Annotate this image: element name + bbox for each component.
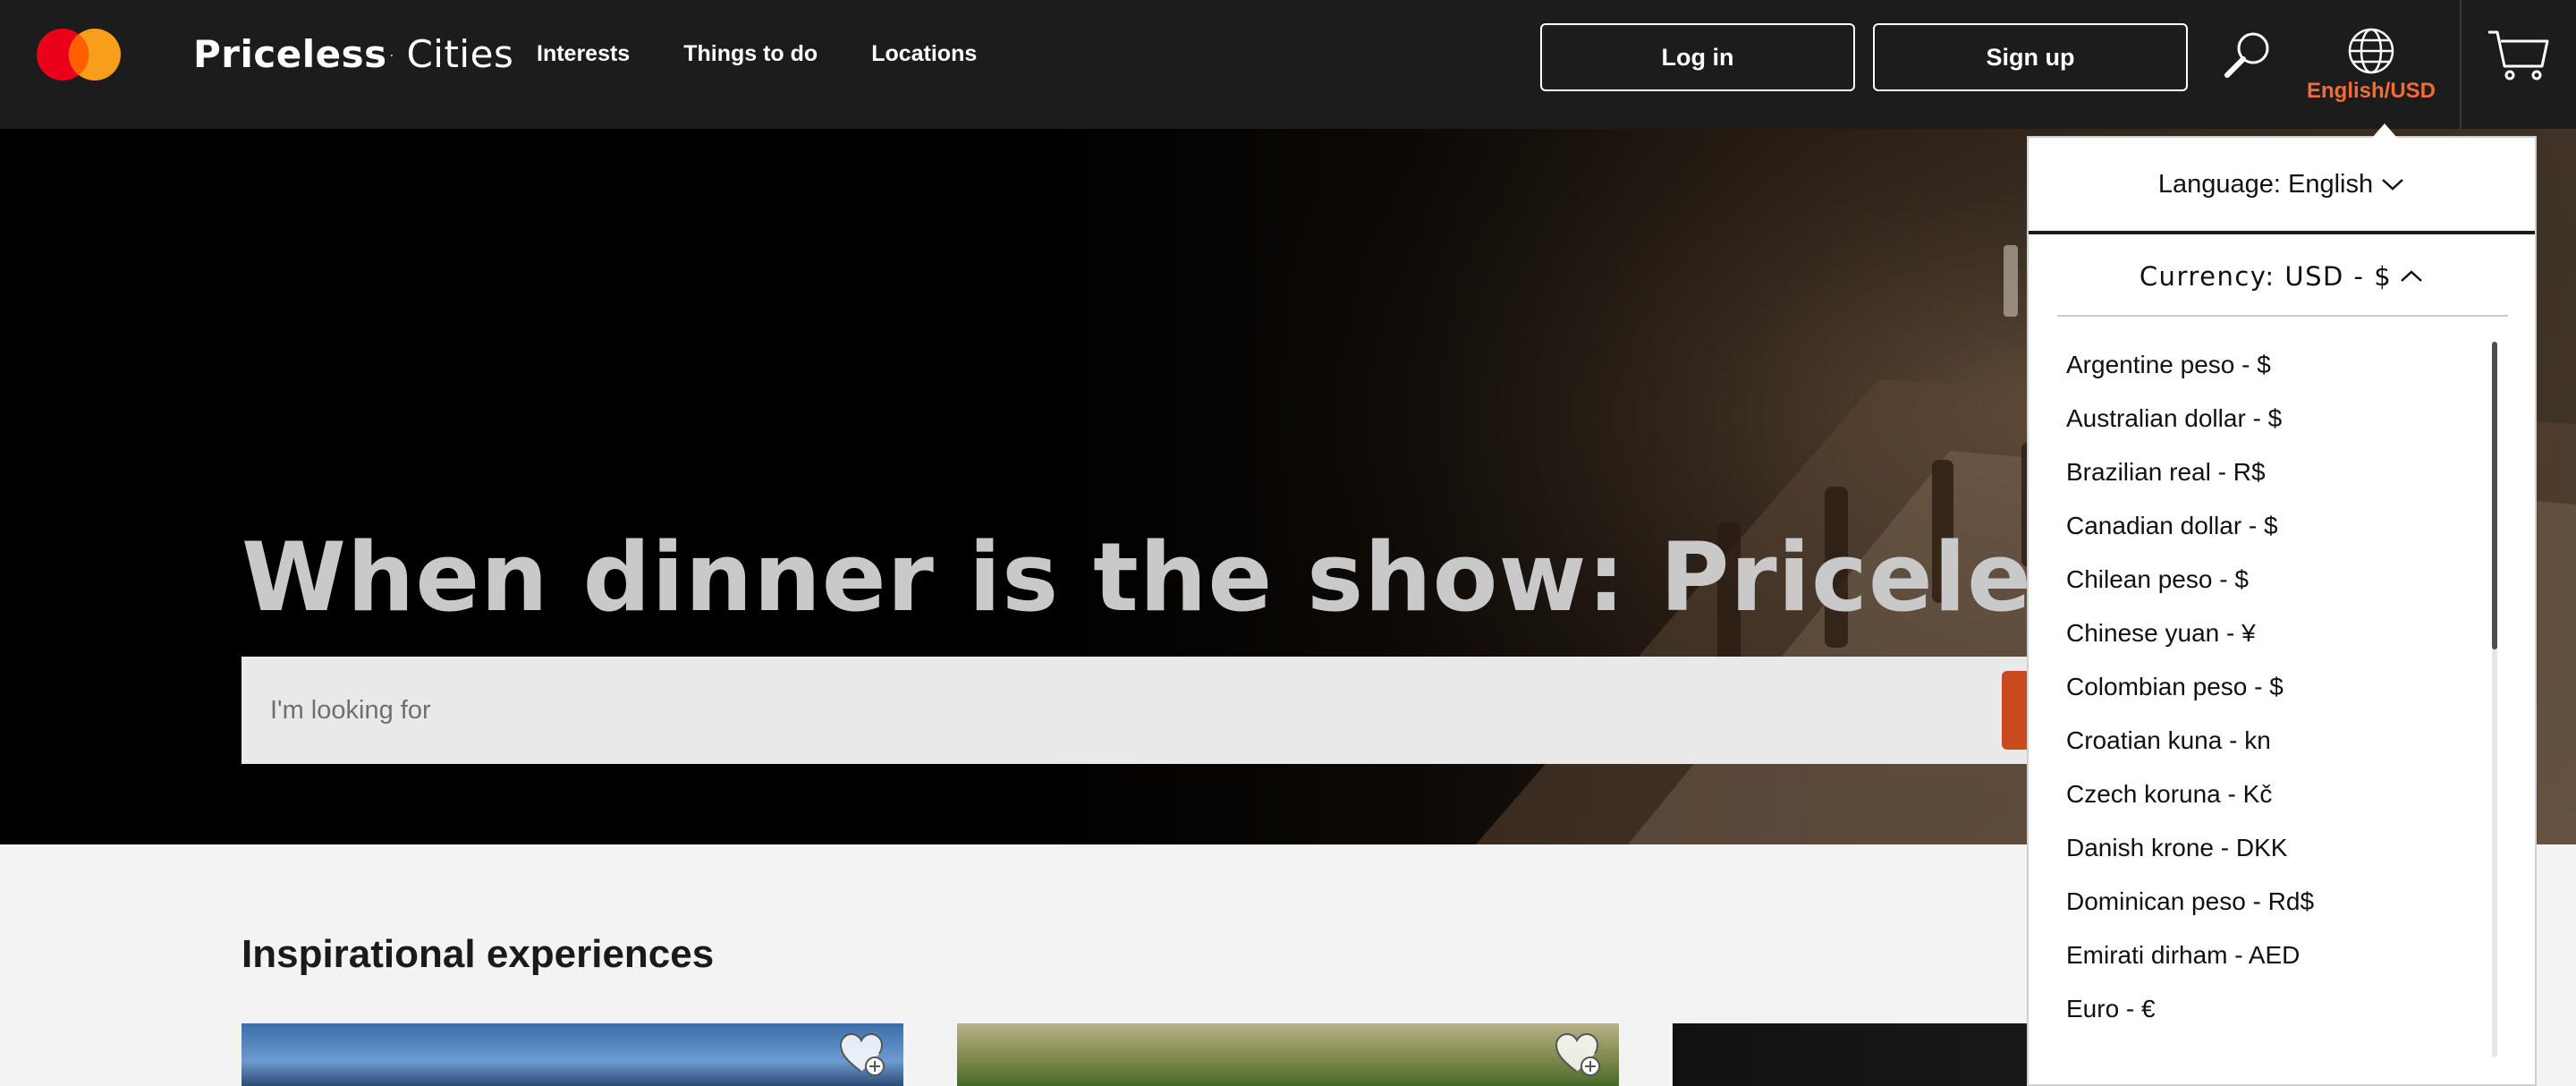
nav-things-to-do[interactable]: Things to do [683,41,818,67]
brand-wordmark[interactable]: Priceless · Cities [193,32,513,76]
scrollbar-thumb[interactable] [2492,342,2497,649]
hero-title: When dinner is the show: Priceless [242,522,2148,632]
chevron-down-icon [2382,179,2403,191]
nav-interests[interactable]: Interests [537,41,630,67]
currency-option-ars[interactable]: Argentine peso - $ [2066,338,2496,392]
nav-locations[interactable]: Locations [871,41,977,67]
add-to-favorites-icon[interactable] [839,1032,887,1077]
top-navigation-bar: Priceless · Cities Interests Things to do… [0,0,2576,129]
mastercard-logo-icon[interactable] [36,27,122,82]
divider [2057,315,2508,317]
currency-option-clp[interactable]: Chilean peso - $ [2066,553,2496,607]
currency-option-cny[interactable]: Chinese yuan - ¥ [2066,607,2496,660]
currency-option-cop[interactable]: Colombian peso - $ [2066,660,2496,714]
currency-option-czk[interactable]: Czech koruna - Kč [2066,768,2496,821]
section-title: Inspirational experiences [242,932,715,976]
nav-divider [2460,0,2462,129]
experience-card[interactable] [957,1023,1619,1086]
currency-option-brl[interactable]: Brazilian real - R$ [2066,445,2496,499]
currency-option-dop[interactable]: Dominican peso - Rd$ [2066,875,2496,929]
chevron-up-icon [2401,270,2423,282]
currency-option-cad[interactable]: Canadian dollar - $ [2066,499,2496,553]
currency-label: Currency: USD - $ [2139,261,2393,292]
brand-name-bold: Priceless [193,32,387,76]
currency-option-aud[interactable]: Australian dollar - $ [2066,392,2496,445]
currency-option-eur[interactable]: Euro - € [2066,982,2496,1036]
locale-selector-label[interactable]: English/USD [2281,79,2462,104]
primary-nav: Interests Things to do Locations [537,41,1030,67]
experience-search-input[interactable] [242,657,2209,764]
add-to-favorites-icon[interactable] [1555,1032,1603,1077]
currency-option-dkk[interactable]: Danish krone - DKK [2066,821,2496,875]
globe-icon[interactable] [2347,27,2395,75]
log-in-button[interactable]: Log in [1540,23,1855,91]
sign-up-button[interactable]: Sign up [1873,23,2188,91]
locale-dropdown: Language: English Currency: USD - $ Arge… [2027,136,2537,1086]
cart-icon[interactable] [2487,29,2551,82]
brand-trademark-dot: · [389,49,394,64]
currency-list[interactable]: Argentine peso - $ Australian dollar - $… [2066,338,2496,1061]
dropdown-caret [2372,123,2397,138]
language-label: Language: English [2157,169,2374,199]
experience-card[interactable] [242,1023,903,1086]
language-selector[interactable]: Language: English [2029,138,2535,234]
currency-option-aed[interactable]: Emirati dirham - AED [2066,929,2496,982]
search-icon[interactable] [2222,29,2274,81]
currency-option-hrk[interactable]: Croatian kuna - kn [2066,714,2496,768]
brand-name-suffix: Cities [406,32,514,76]
currency-selector[interactable]: Currency: USD - $ [2029,238,2535,315]
